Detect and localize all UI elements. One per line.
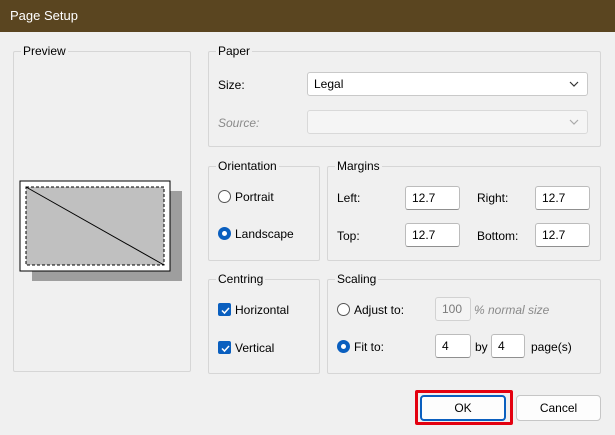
adjust-suffix-label: % normal size [474,303,550,317]
adjust-to-radio[interactable] [337,303,350,316]
right-margin-label: Right: [477,191,509,205]
window-title: Page Setup [10,8,78,23]
fit-height-input[interactable]: 4 [491,334,525,358]
orientation-legend: Orientation [216,159,279,173]
pages-suffix-label: page(s) [531,340,572,354]
portrait-label: Portrait [235,190,274,204]
chevron-down-icon [569,81,579,87]
fit-to-option[interactable]: Fit to: [337,339,407,355]
centring-group: Centring Horizontal Vertical [208,272,320,374]
centring-legend: Centring [216,272,266,286]
bottom-margin-label: Bottom: [477,229,519,243]
landscape-option[interactable]: Landscape [218,226,314,242]
horizontal-option[interactable]: Horizontal [218,302,314,318]
adjust-to-option[interactable]: Adjust to: [337,302,417,318]
source-label: Source: [218,116,260,130]
paper-size-value: Legal [314,77,344,91]
top-margin-label: Top: [337,229,360,243]
scaling-legend: Scaling [335,272,379,286]
margins-group: Margins Left: 12.7 Right: 12.7 Top: 12.7… [327,159,601,261]
landscape-label: Landscape [235,227,294,241]
fit-to-label: Fit to: [354,340,385,354]
page-setup-dialog: Preview Paper Size: Legal Source: Orient… [0,32,615,435]
horizontal-label: Horizontal [235,303,290,317]
vertical-label: Vertical [235,341,275,355]
margins-legend: Margins [335,159,382,173]
horizontal-checkbox[interactable] [218,303,231,316]
paper-legend: Paper [216,44,253,58]
scaling-group: Scaling Adjust to: 100 % normal size Fit… [327,272,601,374]
orientation-group: Orientation Portrait Landscape [208,159,320,261]
adjust-to-label: Adjust to: [354,303,405,317]
vertical-checkbox[interactable] [218,341,231,354]
paper-size-select[interactable]: Legal [307,72,588,96]
right-margin-input[interactable]: 12.7 [535,186,590,210]
portrait-radio[interactable] [218,190,231,203]
chevron-down-icon [569,119,579,125]
fit-width-input[interactable]: 4 [435,334,471,358]
fit-to-radio[interactable] [337,340,350,353]
cancel-button[interactable]: Cancel [516,395,601,421]
top-margin-input[interactable]: 12.7 [405,223,460,247]
title-bar: Page Setup [0,0,615,32]
landscape-radio[interactable] [218,227,231,240]
by-label: by [475,340,488,354]
adjust-percent-input[interactable]: 100 [435,297,471,321]
preview-group: Preview [13,44,191,372]
paper-source-select[interactable] [307,110,588,134]
page-preview-image [19,180,182,281]
paper-group: Paper Size: Legal Source: [208,44,601,147]
portrait-option[interactable]: Portrait [218,189,308,205]
bottom-margin-input[interactable]: 12.7 [535,223,590,247]
left-margin-label: Left: [337,191,361,205]
vertical-option[interactable]: Vertical [218,340,308,356]
checkmark-icon [221,307,230,315]
preview-legend: Preview [21,44,68,58]
left-margin-input[interactable]: 12.7 [405,186,460,210]
size-label: Size: [218,78,245,92]
checkmark-icon [221,345,230,353]
ok-button[interactable]: OK [420,395,506,421]
